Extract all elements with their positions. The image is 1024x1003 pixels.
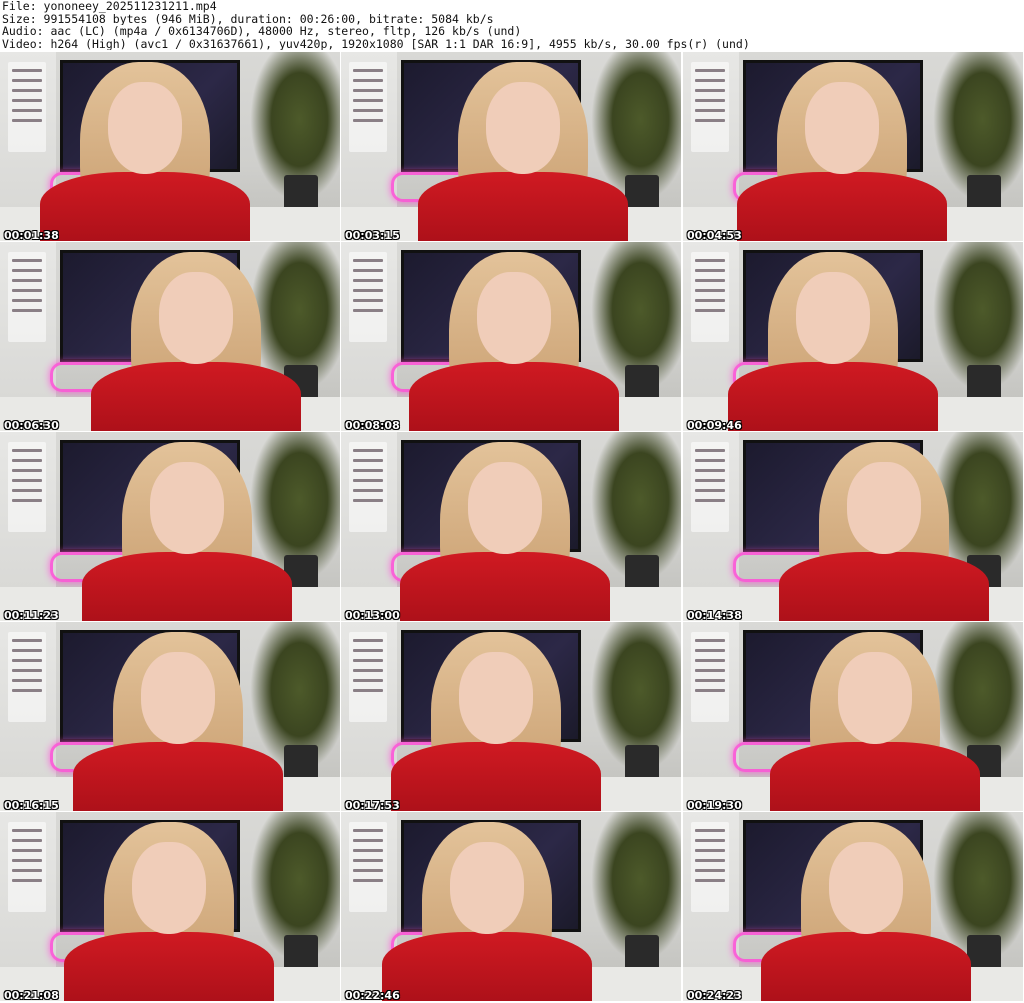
person-red-robe: [82, 552, 292, 621]
video-thumbnail[interactable]: 00:14:38: [683, 432, 1023, 621]
thumbnail-grid: 00:01:38 00:03:15 00:04:53 00:06:30 00:08:08…: [0, 52, 1024, 1003]
video-thumbnail[interactable]: 00:04:53: [683, 52, 1023, 241]
person-red-robe: [761, 932, 971, 1001]
file-name-line: File: yononeey_202511231211.mp4: [2, 0, 217, 13]
person-face: [459, 652, 533, 744]
person-face: [159, 272, 233, 364]
person-red-robe: [418, 172, 628, 241]
timestamp-label: 00:17:53: [345, 799, 400, 811]
person-red-robe: [91, 362, 301, 431]
video-thumbnail[interactable]: 00:21:08: [0, 812, 340, 1001]
person-red-robe: [73, 742, 283, 811]
video-thumbnail[interactable]: 00:11:23: [0, 432, 340, 621]
timestamp-label: 00:01:38: [4, 229, 59, 241]
video-thumbnail[interactable]: 00:22:46: [341, 812, 681, 1001]
person-face: [468, 462, 542, 554]
timestamp-label: 00:09:46: [687, 419, 742, 431]
timestamp-label: 00:19:30: [687, 799, 742, 811]
timestamp-label: 00:21:08: [4, 989, 59, 1001]
timestamp-label: 00:24:23: [687, 989, 742, 1001]
video-thumbnail[interactable]: 00:24:23: [683, 812, 1023, 1001]
timestamp-label: 00:03:15: [345, 229, 400, 241]
person-face: [847, 462, 921, 554]
person-red-robe: [400, 552, 610, 621]
person-red-robe: [770, 742, 980, 811]
video-info-line: Video: h264 (High) (avc1 / 0x31637661), …: [2, 37, 750, 50]
video-thumbnail[interactable]: 00:16:15: [0, 622, 340, 811]
video-thumbnail[interactable]: 00:03:15: [341, 52, 681, 241]
timestamp-label: 00:14:38: [687, 609, 742, 621]
timestamp-label: 00:08:08: [345, 419, 400, 431]
video-thumbnail[interactable]: 00:19:30: [683, 622, 1023, 811]
person-face: [838, 652, 912, 744]
video-thumbnail[interactable]: 00:06:30: [0, 242, 340, 431]
person-face: [150, 462, 224, 554]
person-face: [805, 82, 879, 174]
person-face: [132, 842, 206, 934]
person-red-robe: [409, 362, 619, 431]
video-thumbnail[interactable]: 00:08:08: [341, 242, 681, 431]
person-face: [141, 652, 215, 744]
timestamp-label: 00:11:23: [4, 609, 59, 621]
person-face: [486, 82, 560, 174]
person-face: [796, 272, 870, 364]
timestamp-label: 00:16:15: [4, 799, 59, 811]
video-thumbnail[interactable]: 00:17:53: [341, 622, 681, 811]
person-red-robe: [391, 742, 601, 811]
person-red-robe: [779, 552, 989, 621]
timestamp-label: 00:06:30: [4, 419, 59, 431]
video-thumbnail[interactable]: 00:09:46: [683, 242, 1023, 431]
person-red-robe: [737, 172, 947, 241]
person-red-robe: [382, 932, 592, 1001]
person-face: [450, 842, 524, 934]
person-face: [108, 82, 182, 174]
video-thumbnail[interactable]: 00:01:38: [0, 52, 340, 241]
file-size-line: Size: 991554108 bytes (946 MiB), duratio…: [2, 12, 494, 25]
timestamp-label: 00:22:46: [345, 989, 400, 1001]
person-red-robe: [64, 932, 274, 1001]
person-face: [829, 842, 903, 934]
file-info-header: File: yononeey_202511231211.mp4 Size: 99…: [2, 0, 1022, 50]
video-thumbnail[interactable]: 00:13:00: [341, 432, 681, 621]
timestamp-label: 00:13:00: [345, 609, 400, 621]
audio-info-line: Audio: aac (LC) (mp4a / 0x6134706D), 480…: [2, 25, 522, 38]
person-red-robe: [40, 172, 250, 241]
person-face: [477, 272, 551, 364]
timestamp-label: 00:04:53: [687, 229, 742, 241]
person-red-robe: [728, 362, 938, 431]
